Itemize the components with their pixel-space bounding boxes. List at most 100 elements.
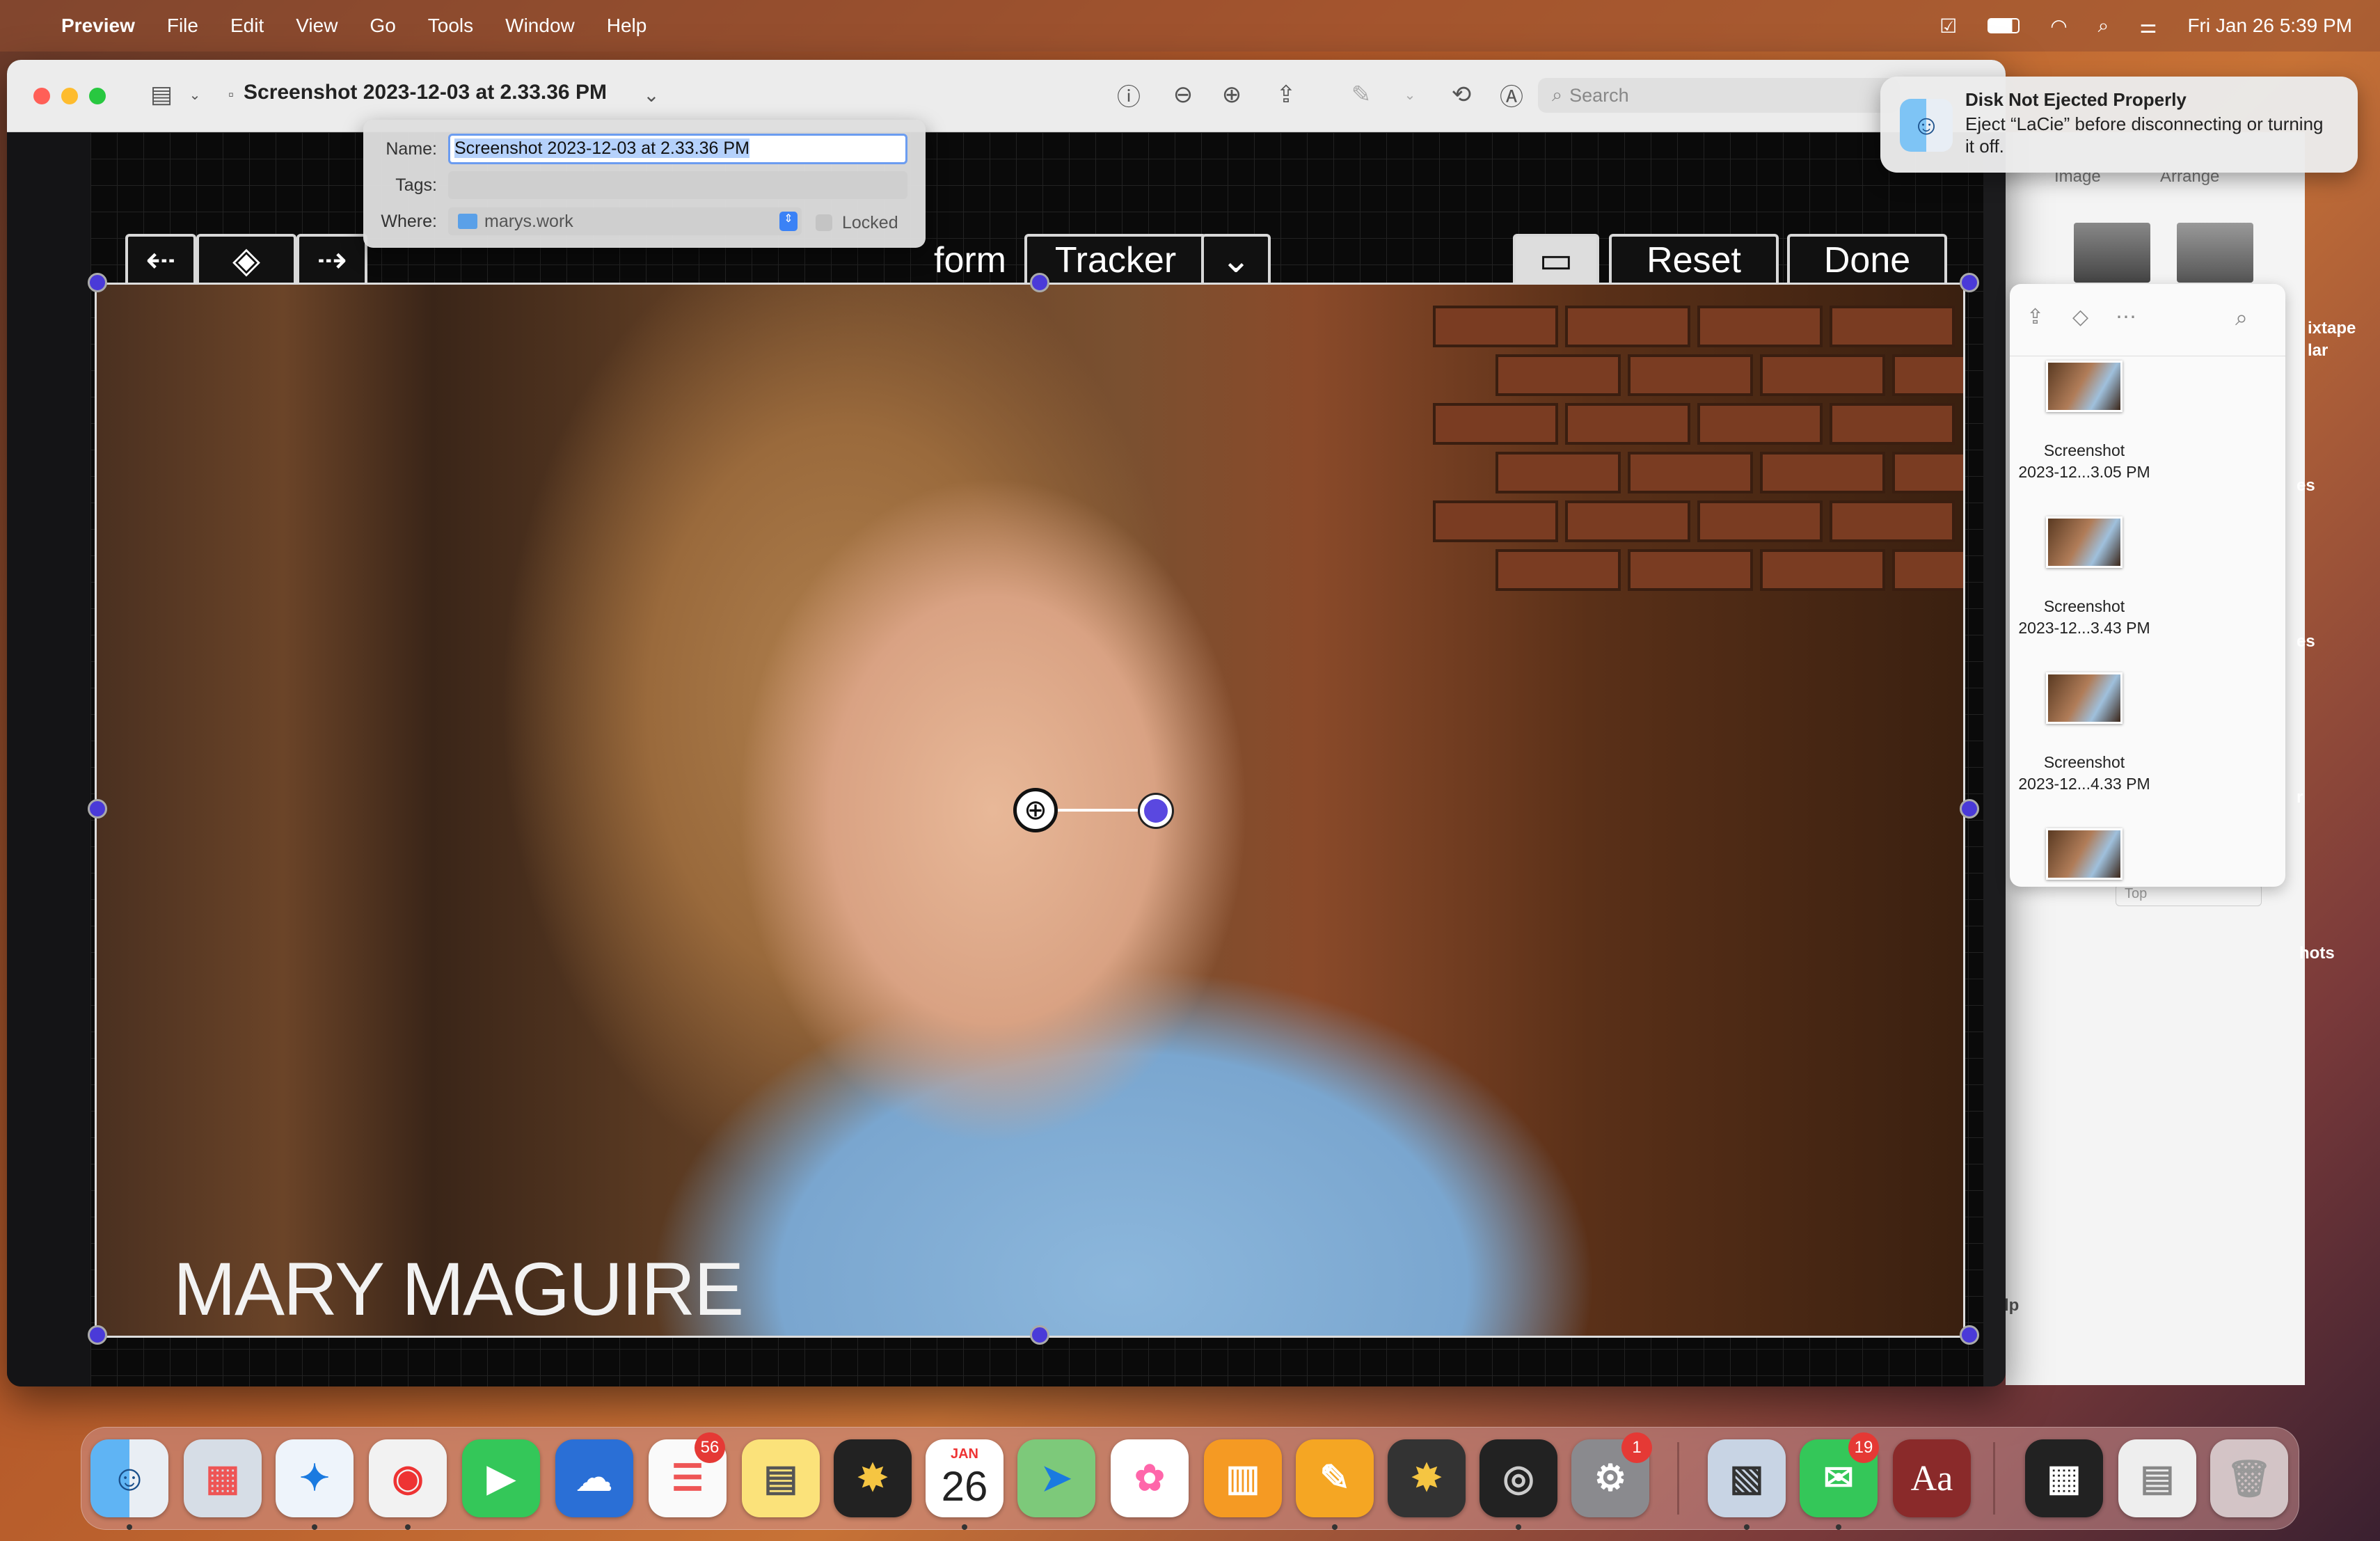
- position-select[interactable]: Top: [2116, 884, 2262, 906]
- search-icon[interactable]: ⌕: [2235, 305, 2248, 331]
- brick: [1892, 549, 1963, 591]
- preview-window: ▤ ⌄ ▫ Screenshot 2023-12-03 at 2.33.36 P…: [7, 60, 2006, 1386]
- tags-field[interactable]: [448, 171, 907, 199]
- crop-handle-bottom-left[interactable]: [88, 1325, 107, 1345]
- markup-chevron-icon[interactable]: ⌄: [1392, 77, 1428, 113]
- notes-icon[interactable]: ▤: [742, 1439, 820, 1517]
- safari-icon[interactable]: ✦: [276, 1439, 354, 1517]
- control-center-icon[interactable]: ⚌: [2139, 15, 2157, 38]
- chevron-down-icon[interactable]: ⌄: [177, 77, 213, 113]
- file-name[interactable]: Screenshot 2023-12...4.33 PM: [2004, 752, 2164, 795]
- calendar-icon[interactable]: JAN 26: [926, 1439, 1003, 1517]
- file-thumbnail[interactable]: [2046, 516, 2123, 568]
- crop-handle-bottom-right[interactable]: [1960, 1325, 1979, 1345]
- maps-icon[interactable]: ➤: [1017, 1439, 1095, 1517]
- crop-handle-top[interactable]: [1030, 273, 1049, 292]
- crop-handle-top-left[interactable]: [88, 273, 107, 292]
- document-title[interactable]: Screenshot 2023-12-03 at 2.33.36 PM: [244, 81, 607, 104]
- pages-icon[interactable]: ✎: [1296, 1439, 1374, 1517]
- add-keyframe-button[interactable]: ◈: [196, 234, 296, 287]
- more-options-icon[interactable]: ⋯: [2116, 305, 2136, 329]
- next-keyframe-button[interactable]: ⇢: [296, 234, 367, 287]
- notification-banner[interactable]: ☺ Disk Not Ejected Properly Eject “LaCie…: [1880, 77, 2358, 173]
- spotlight-search-icon[interactable]: ⌕: [2098, 15, 2109, 38]
- zoom-in-icon[interactable]: ⊕: [1214, 77, 1250, 113]
- screenshots-stack-icon[interactable]: ▤: [2118, 1439, 2196, 1517]
- brick: [1433, 403, 1558, 445]
- menu-view[interactable]: View: [296, 15, 338, 37]
- menu-file[interactable]: File: [167, 15, 198, 37]
- books-icon[interactable]: ▥: [1204, 1439, 1282, 1517]
- tags-label: Tags:: [395, 175, 437, 195]
- file-name-line1: Screenshot: [2043, 597, 2125, 615]
- crop-handle-top-right[interactable]: [1960, 273, 1979, 292]
- brick: [1697, 306, 1823, 347]
- prev-keyframe-button[interactable]: ⇠: [125, 234, 196, 287]
- rotate-icon[interactable]: ⟲: [1443, 77, 1479, 113]
- brick: [1760, 549, 1885, 591]
- dictionary-icon[interactable]: Aa: [1893, 1439, 1971, 1517]
- locked-checkbox[interactable]: [816, 214, 832, 231]
- where-label: Where:: [381, 212, 437, 231]
- menu-help[interactable]: Help: [607, 15, 647, 37]
- menu-tools[interactable]: Tools: [428, 15, 473, 37]
- final-cut-icon[interactable]: ✸: [834, 1439, 912, 1517]
- tracker-dropdown-icon[interactable]: ⌄: [1201, 234, 1271, 287]
- markup-pen-icon[interactable]: ✎: [1343, 77, 1379, 113]
- name-field[interactable]: Screenshot 2023-12-03 at 2.33.36 PM: [448, 134, 907, 164]
- finder-icon[interactable]: ☺: [90, 1439, 168, 1517]
- zoom-out-icon[interactable]: ⊖: [1165, 77, 1201, 113]
- file-thumbnail[interactable]: [2046, 361, 2123, 412]
- transform-tab[interactable]: form: [912, 234, 1029, 287]
- reset-button[interactable]: Reset: [1609, 234, 1779, 287]
- running-indicator: [1516, 1524, 1521, 1530]
- markup-icon[interactable]: Ⓐ: [1493, 77, 1530, 113]
- chrome-icon[interactable]: ◉: [369, 1439, 447, 1517]
- battery-icon[interactable]: [1988, 18, 2020, 33]
- crop-handle-bottom[interactable]: [1030, 1325, 1049, 1345]
- close-window-button[interactable]: [33, 88, 50, 104]
- sidebar-toggle-icon[interactable]: ▤: [143, 77, 180, 113]
- tag-icon[interactable]: ◇: [2072, 305, 2088, 329]
- downloads-stack-icon[interactable]: ▦: [2025, 1439, 2103, 1517]
- running-indicator: [962, 1524, 967, 1530]
- checklist-icon[interactable]: ☑: [1939, 15, 1957, 38]
- share-icon[interactable]: ⇪: [1268, 77, 1304, 113]
- facetime-icon[interactable]: ▶: [462, 1439, 540, 1517]
- menu-edit[interactable]: Edit: [230, 15, 264, 37]
- done-button[interactable]: Done: [1787, 234, 1947, 287]
- tracker-line: [1058, 809, 1141, 812]
- file-name[interactable]: Screenshot 2023-12...3.43 PM: [2004, 596, 2164, 639]
- crop-handle-right[interactable]: [1960, 799, 1979, 819]
- menu-window[interactable]: Window: [505, 15, 575, 37]
- left-strip: [7, 132, 90, 1386]
- minimize-window-button[interactable]: [61, 88, 78, 104]
- finder-icon: ☺: [1900, 99, 1953, 152]
- crop-icon[interactable]: ▭: [1513, 234, 1599, 287]
- tracker-point-handle[interactable]: [1140, 795, 1172, 827]
- menu-go[interactable]: Go: [370, 15, 395, 37]
- search-field[interactable]: ⌕ Search: [1538, 78, 1900, 113]
- file-thumbnail[interactable]: [2046, 828, 2123, 880]
- tracker-tab[interactable]: Tracker: [1024, 234, 1207, 287]
- tracker-crosshair-icon[interactable]: ⊕: [1013, 788, 1058, 832]
- crop-handle-left[interactable]: [88, 799, 107, 819]
- photos-icon[interactable]: ✿: [1111, 1439, 1189, 1517]
- menubar-clock[interactable]: Fri Jan 26 5:39 PM: [2187, 15, 2352, 37]
- motion-icon[interactable]: ✸: [1388, 1439, 1466, 1517]
- launchpad-icon[interactable]: ▦: [184, 1439, 262, 1517]
- weather-icon[interactable]: ☁: [555, 1439, 633, 1517]
- trash-icon[interactable]: 🗑: [2210, 1439, 2288, 1517]
- wifi-icon[interactable]: ◠: [2050, 15, 2067, 38]
- preview-icon[interactable]: ▧: [1708, 1439, 1786, 1517]
- menu-app-name[interactable]: Preview: [61, 15, 135, 37]
- dock-divider: [1677, 1442, 1679, 1515]
- file-name[interactable]: Screenshot 2023-12...3.05 PM: [2004, 440, 2164, 483]
- share-icon[interactable]: ⇪: [2026, 305, 2044, 329]
- zoom-window-button[interactable]: [89, 88, 106, 104]
- info-icon[interactable]: ⓘ: [1111, 77, 1147, 113]
- file-thumbnail[interactable]: [2046, 672, 2123, 724]
- compressor-icon[interactable]: ◎: [1479, 1439, 1557, 1517]
- where-popup[interactable]: marys.work ⇕: [448, 207, 802, 235]
- title-chevron-icon[interactable]: ⌄: [633, 77, 669, 113]
